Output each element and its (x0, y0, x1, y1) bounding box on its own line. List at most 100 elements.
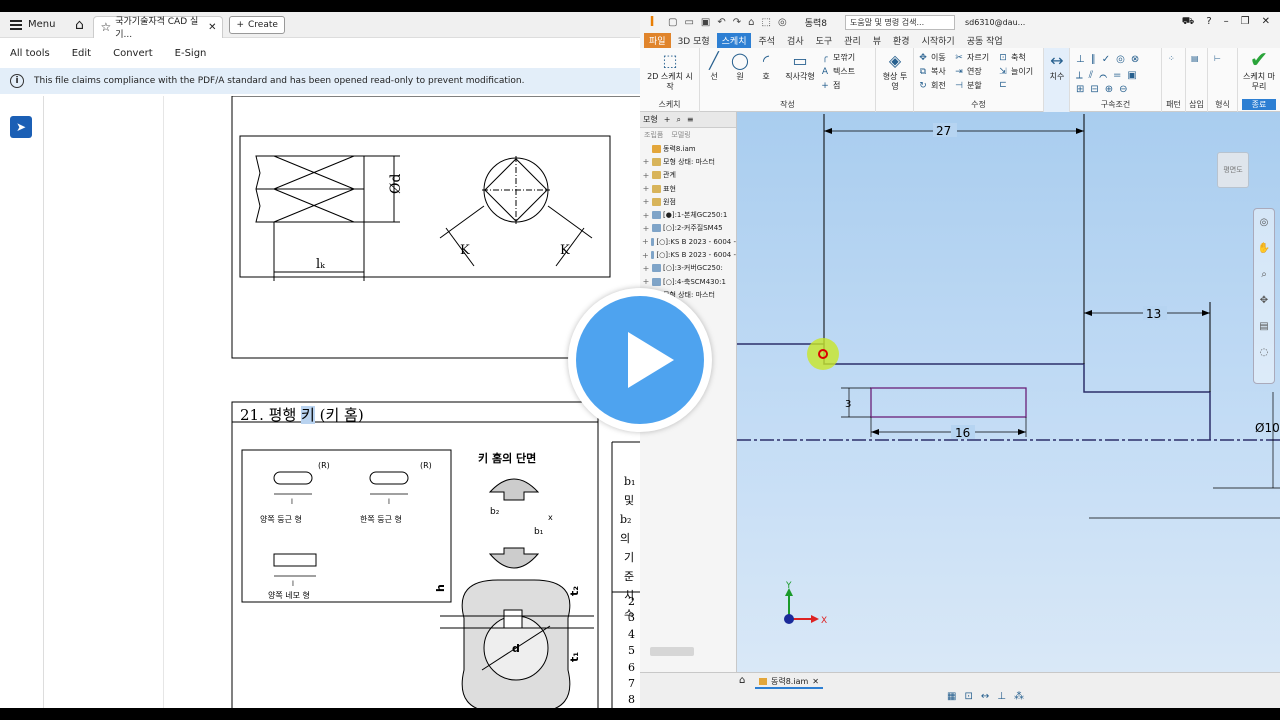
browser-scrollbar[interactable] (650, 647, 694, 656)
redo-icon[interactable]: ↷ (733, 17, 741, 28)
tab-tools[interactable]: 도구 (811, 33, 838, 48)
extend-button[interactable]: ⇥ 연장 (954, 66, 982, 77)
browser-menu-icon[interactable]: ≡ (687, 115, 694, 124)
toolbar-edit[interactable]: Edit (72, 48, 91, 59)
sketch-viewport[interactable]: 27 13 16 3 Ø10 Y X 평면도 ◎ ✋ ⌕ ✥ ▤ ◌ (737, 112, 1280, 672)
pan-icon[interactable]: ✋ (1254, 235, 1274, 261)
help-icon[interactable]: ? (1206, 16, 1211, 29)
infer-icon[interactable]: ⁂ (1014, 691, 1024, 702)
cart-icon[interactable]: ⛟ (1182, 16, 1195, 29)
tab-collaborate[interactable]: 공동 작업 (962, 33, 1008, 48)
home-icon[interactable]: ⌂ (748, 17, 754, 28)
tree-item[interactable]: + 관계 (642, 169, 736, 182)
constraint-icons-row-3[interactable]: ⊞⊟⊕⊖ (1076, 84, 1134, 95)
tree-item-root[interactable]: 동력8.iam (642, 142, 736, 155)
tree-item[interactable]: + 원점 (642, 195, 736, 208)
document-tab[interactable]: ☆ 국가기술자격 CAD 실기... ✕ (93, 15, 224, 40)
stretch-button[interactable]: ⇲ 늘이기 (998, 66, 1033, 77)
user-account[interactable]: sd6310@dau... (965, 18, 1025, 27)
close-tab-icon[interactable]: ✕ (208, 22, 216, 33)
select-tool-button[interactable]: ➤ (10, 116, 32, 138)
tab-annotate[interactable]: 주석 (753, 33, 780, 48)
tree-item[interactable]: + [○]:2-커주질SM45 (642, 222, 736, 235)
open-file-icon[interactable]: ▭ (684, 17, 693, 28)
help-search-input[interactable]: 도움말 및 명령 검색... (844, 14, 955, 30)
offset-button[interactable]: ⊏ (998, 80, 1008, 90)
move-button[interactable]: ✥ 이동 (918, 52, 946, 63)
dimension-status-icon[interactable]: ↔ (981, 691, 989, 702)
project-geometry-button[interactable]: ◈ 형상 투영 (880, 50, 910, 92)
tree-item[interactable]: + [○]:3-커버GC250: (642, 262, 736, 275)
video-play-button[interactable] (568, 288, 712, 432)
fillet-button[interactable]: ╭ 모깎기 (820, 52, 855, 63)
point-button[interactable]: + 점 (820, 80, 840, 91)
zoom-icon[interactable]: ⌕ (1254, 261, 1274, 287)
tab-view[interactable]: 뷰 (868, 33, 886, 48)
material-icon[interactable]: ◎ (778, 17, 787, 28)
rotate-button[interactable]: ↻ 회전 (918, 80, 946, 91)
format-icons[interactable]: ⊢ (1214, 54, 1221, 63)
tree-item[interactable]: + 표현 (642, 182, 736, 195)
tab-3d-model[interactable]: 3D 모형 (673, 33, 715, 48)
arc-button[interactable]: ◜ 호 (754, 50, 778, 82)
copy-button[interactable]: ⧉ 복사 (918, 66, 946, 77)
home-icon[interactable]: ⌂ (65, 12, 93, 38)
tab-file[interactable]: 파일 (644, 32, 671, 48)
pattern-icons[interactable]: ⁘ (1168, 54, 1175, 63)
close-icon[interactable]: ✕ (1262, 16, 1270, 29)
constraint-icons-row-1[interactable]: ⊥∥✓◎⊗ (1076, 54, 1145, 65)
constraint-status-icon[interactable]: ⊥ (997, 691, 1006, 702)
finish-sketch-button[interactable]: ✔ 스케치 마무리 (1240, 50, 1278, 92)
tree-item[interactable]: + [○]:4-축SCM430:1 (642, 275, 736, 288)
tab-manage[interactable]: 관리 (839, 33, 866, 48)
restore-icon[interactable]: ❐ (1241, 16, 1250, 29)
browser-subtab-modeling[interactable]: 모델링 (671, 130, 690, 140)
save-icon[interactable]: ▣ (701, 17, 710, 28)
select-icon[interactable]: ⬚ (762, 17, 771, 28)
tree-item[interactable]: +모형 상태: 마스터 (642, 155, 736, 168)
star-icon[interactable]: ☆ (100, 20, 111, 34)
new-file-icon[interactable]: ▢ (668, 17, 677, 28)
viewcube[interactable]: 평면도 (1217, 152, 1249, 188)
start-2d-sketch-button[interactable]: ⬚ 2D 스케치 시작 (646, 50, 694, 92)
rectangle-button[interactable]: ▭ 직사각형 (782, 50, 818, 82)
steering-wheel-icon[interactable]: ◎ (1254, 209, 1274, 235)
toolbar-all-tools[interactable]: All tools (10, 48, 50, 59)
dim-27-label[interactable]: 27 (936, 124, 951, 138)
document-tab-dongryeok8[interactable]: 동력8.iam ✕ (755, 675, 823, 689)
tab-sketch[interactable]: 스케치 (716, 32, 752, 48)
toolbar-convert[interactable]: Convert (113, 48, 153, 59)
trim-button[interactable]: ✂ 자르기 (954, 52, 989, 63)
minimize-icon[interactable]: – (1224, 16, 1229, 29)
tab-inspect[interactable]: 검사 (782, 33, 809, 48)
close-document-icon[interactable]: ✕ (812, 677, 819, 686)
line-button[interactable]: ╱ 선 (702, 50, 726, 82)
tab-get-started[interactable]: 시작하기 (917, 33, 960, 48)
tree-item[interactable]: + [○]:KS B 2023 - 6004 - (642, 235, 736, 248)
dim-13-label[interactable]: 13 (1146, 307, 1161, 321)
browser-subtab-assembly[interactable]: 조립품 (644, 130, 663, 140)
grid-icon[interactable]: ▦ (947, 691, 956, 702)
insert-icons[interactable]: ▤ (1191, 54, 1199, 63)
scale-button[interactable]: ⊡ 축척 (998, 52, 1026, 63)
undo-icon[interactable]: ↶ (717, 17, 725, 28)
browser-tab-model[interactable]: 모형 (643, 114, 658, 125)
toolbar-esign[interactable]: E-Sign (175, 48, 207, 59)
dimension-button[interactable]: ↔ 치수 (1045, 50, 1069, 82)
snap-icon[interactable]: ⊡ (964, 691, 972, 702)
split-button[interactable]: ⊣ 분할 (954, 80, 982, 91)
dim-diameter-10-label[interactable]: Ø10 (1255, 421, 1280, 435)
tree-item[interactable]: + [●]:1-본체GC250:1 (642, 208, 736, 221)
tab-environment[interactable]: 환경 (888, 33, 915, 48)
look-at-icon[interactable]: ▤ (1254, 313, 1274, 339)
orbit-icon[interactable]: ✥ (1254, 287, 1274, 313)
text-button[interactable]: A 텍스트 (820, 66, 855, 77)
constraint-icons-row-2[interactable]: ⟂⫽⌒=▣ (1076, 70, 1143, 81)
menu-button[interactable]: Menu (0, 12, 65, 38)
browser-add-icon[interactable]: + (664, 115, 671, 124)
browser-search-icon[interactable]: ⌕ (676, 115, 680, 125)
view-icon[interactable]: ◌ (1254, 339, 1274, 365)
tree-item[interactable]: + [○]:KS B 2023 - 6004 - (642, 248, 736, 261)
dim-3-label[interactable]: 3 (845, 399, 851, 410)
create-button[interactable]: + Create (229, 15, 285, 34)
